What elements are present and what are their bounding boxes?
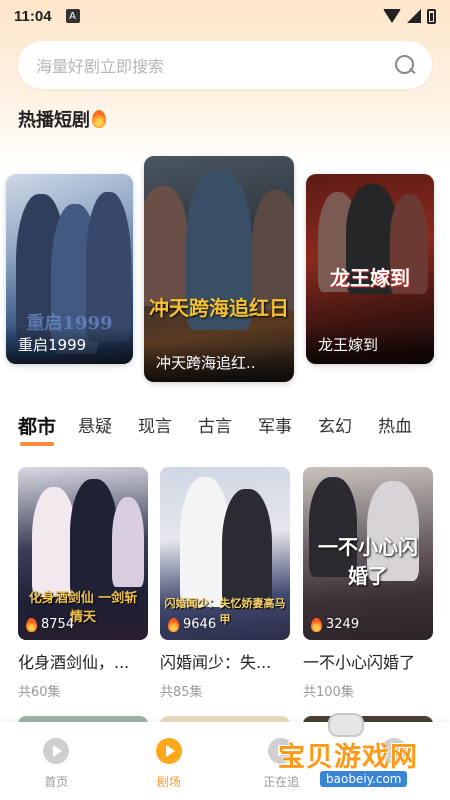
tab-guyan[interactable]: 古言 [198,412,258,446]
episode-count: 共100集 [303,685,354,700]
drama-card[interactable]: 一不小心闪婚了 3249 一不小心闪婚了 共100集 [303,467,433,700]
tab-xuanyi[interactable]: 悬疑 [78,412,138,446]
drama-card[interactable]: 化身酒剑仙 一剑斩情天 8754 化身酒剑仙，... 共60集 [18,467,148,700]
tab-dushi[interactable]: 都市 [18,412,78,446]
heat-value: 3249 [326,617,360,632]
watermark-url: baobeiy.com [320,771,408,787]
status-time: 11:04 [14,7,52,25]
featured-title: 龙王嫁到 [306,326,434,364]
fire-icon [92,110,106,128]
drama-title[interactable]: 闪婚闻少：失... [160,649,290,673]
poster-figure [70,479,118,599]
watermark-text: 宝贝游戏网 [278,742,418,773]
fire-icon [311,617,322,632]
home-play-icon [43,738,70,764]
wifi-icon [383,9,401,23]
signal-icon [407,9,421,23]
fire-icon [26,617,37,632]
drama-poster[interactable]: 闪婚闻少：失忆娇妻高马甲 9646 [160,467,290,640]
drama-card[interactable]: 闪婚闻少：失忆娇妻高马甲 9646 闪婚闻少：失... 共85集 [160,467,290,700]
nav-home[interactable]: 首页 [0,722,113,800]
category-tabs: 都市 悬疑 现言 古言 军事 玄幻 热血 [18,412,438,446]
featured-card-1[interactable]: 重启1999 重启1999 [6,174,133,364]
heat-count: 3249 [311,617,359,632]
drama-title[interactable]: 化身酒剑仙，... [18,649,148,673]
heat-count: 9646 [168,617,216,632]
episode-count: 共60集 [18,685,61,700]
heat-count: 8754 [26,617,74,632]
gamepad-logo-icon [328,713,364,737]
tab-junshi[interactable]: 军事 [258,412,318,446]
nav-theater[interactable]: 剧场 [113,722,226,800]
poster-title-art: 一不小心闪婚了 [318,535,418,588]
nav-label: 首页 [44,775,69,789]
poster-figure [222,489,272,609]
tab-xuanhuan[interactable]: 玄幻 [318,412,378,446]
watermark: 宝贝游戏网 baobeiy.com [268,713,448,798]
search-input[interactable]: 海量好剧立即搜索 [36,53,394,77]
status-bar: 11:04 A [0,0,450,32]
poster-title-art: 冲天跨海追红日 [149,296,289,320]
theater-play-icon [155,738,182,764]
battery-icon [427,8,436,24]
drama-poster[interactable]: 一不小心闪婚了 3249 [303,467,433,640]
status-icons [383,8,436,24]
notification-icon: A [65,9,80,23]
heat-value: 9646 [183,617,217,632]
drama-poster[interactable]: 化身酒剑仙 一剑斩情天 8754 [18,467,148,640]
episode-count: 共85集 [160,685,203,700]
section-title-text: 热播短剧 [18,110,90,131]
heat-value: 8754 [41,617,75,632]
tab-xianyan[interactable]: 现言 [138,412,198,446]
section-title: 热播短剧 [18,106,106,136]
search-bar[interactable]: 海量好剧立即搜索 [18,41,432,89]
tab-rexue[interactable]: 热血 [378,412,438,446]
poster-figure [112,497,144,587]
featured-card-2[interactable]: 冲天跨海追红日 冲天跨海追红.. [144,156,294,382]
poster-figure [144,186,188,306]
featured-title: 冲天跨海追红.. [144,344,294,382]
fire-icon [168,617,179,632]
drama-title[interactable]: 一不小心闪婚了 [303,649,433,673]
nav-label: 剧场 [156,775,181,789]
search-icon[interactable] [394,54,416,76]
poster-figure [252,190,294,310]
featured-title: 重启1999 [6,326,133,364]
featured-card-3[interactable]: 龙王嫁到 龙王嫁到 [306,174,434,364]
poster-title-art: 龙王嫁到 [330,266,410,290]
